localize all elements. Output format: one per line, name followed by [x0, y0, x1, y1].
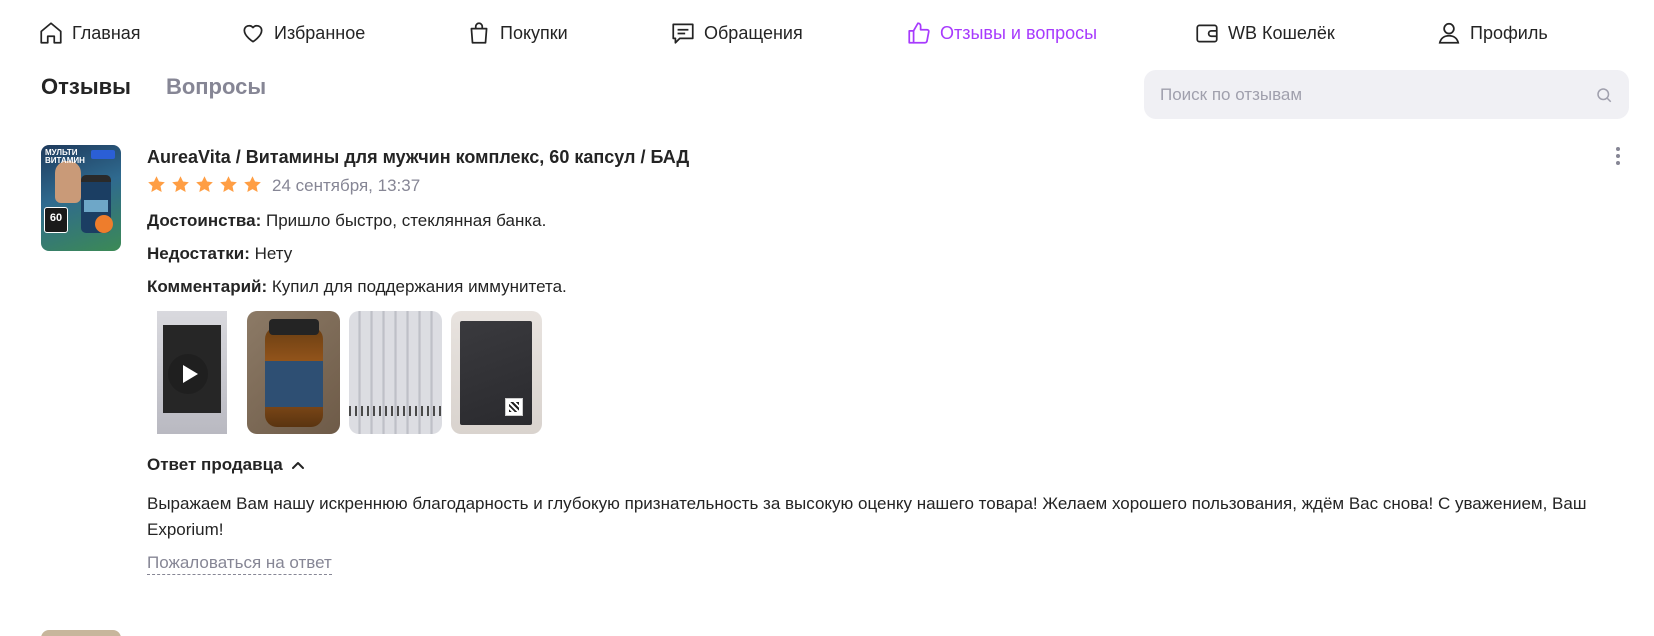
review-date: 24 сентября, 13:37 [272, 176, 421, 195]
review-cons: Недостатки: Нету [147, 244, 292, 264]
brand-badge [91, 150, 115, 159]
nav-favorites[interactable]: Избранное [240, 18, 365, 48]
thumbnail-title: МУЛЬТИ ВИТАМИН [45, 148, 85, 165]
complain-link[interactable]: Пожаловаться на ответ [147, 553, 332, 575]
star-icon [220, 176, 237, 193]
message-icon [672, 23, 694, 44]
capsule-count-badge: 60 [44, 207, 68, 233]
leaflet-image [349, 406, 442, 416]
bottle-label [265, 361, 323, 407]
cons-text: Нету [254, 244, 293, 263]
cons-label: Недостатки: [147, 244, 250, 263]
review-tabs: Отзывы Вопросы [41, 74, 266, 100]
nav-requests[interactable]: Обращения [670, 18, 803, 48]
star-rating [146, 174, 263, 195]
model-figure [55, 161, 81, 203]
tab-questions[interactable]: Вопросы [166, 74, 266, 100]
qr-code-image [505, 398, 523, 416]
star-icon [172, 176, 189, 193]
nav-purchases-label: Покупки [500, 22, 568, 43]
tab-reviews[interactable]: Отзывы [41, 74, 131, 100]
review-photo[interactable] [247, 311, 340, 434]
search-box [1144, 70, 1629, 119]
chevron-up-icon [291, 462, 304, 469]
nav-home[interactable]: Главная [38, 18, 141, 48]
comment-label: Комментарий: [147, 277, 268, 296]
top-navigation: Главная Избранное Покупки Обращения Отзы… [0, 0, 1654, 64]
review-video[interactable] [157, 311, 227, 434]
seller-reply-toggle[interactable]: Ответ продавца [147, 455, 305, 475]
product-title[interactable]: AureaVita / Витамины для мужчин комплекс… [147, 147, 689, 168]
nav-profile[interactable]: Профиль [1436, 18, 1548, 48]
pros-text: Пришло быстро, стеклянная банка. [266, 211, 547, 230]
play-icon[interactable] [168, 354, 208, 394]
nav-reviews[interactable]: Отзывы и вопросы [906, 18, 1097, 48]
shopping-bag-icon [470, 22, 488, 44]
seller-reply-text: Выражаем Вам нашу искреннюю благодарност… [147, 494, 1587, 539]
star-icon [244, 176, 261, 193]
wallet-icon [1196, 24, 1218, 43]
next-review-thumbnail[interactable] [41, 630, 121, 636]
comment-text: Купил для поддержания иммунитета. [271, 277, 567, 296]
thumbs-up-icon [908, 22, 930, 44]
nav-wallet-label: WB Кошелёк [1228, 22, 1335, 43]
nav-wallet[interactable]: WB Кошелёк [1194, 18, 1335, 48]
star-icon [148, 176, 165, 193]
more-options-icon[interactable] [1613, 145, 1623, 167]
nav-profile-label: Профиль [1470, 22, 1548, 43]
nav-requests-label: Обращения [704, 22, 803, 43]
search-icon[interactable] [1595, 86, 1613, 104]
review-pros: Достоинства: Пришло быстро, стеклянная б… [147, 211, 546, 231]
heart-icon [243, 24, 263, 43]
male-symbol-icon [95, 215, 113, 233]
search-input[interactable] [1160, 84, 1595, 105]
nav-home-label: Главная [72, 22, 141, 43]
bottle-cap [269, 319, 319, 335]
nav-favorites-label: Избранное [274, 22, 366, 43]
nav-purchases[interactable]: Покупки [466, 18, 568, 48]
pros-label: Достоинства: [147, 211, 262, 230]
home-icon [40, 22, 62, 44]
jar-label [84, 200, 108, 212]
star-icon [196, 176, 213, 193]
review-photo[interactable] [451, 311, 542, 434]
review-photo[interactable] [349, 311, 442, 434]
review-comment: Комментарий: Купил для поддержания иммун… [147, 277, 567, 297]
user-icon [1438, 22, 1460, 44]
nav-reviews-label: Отзывы и вопросы [940, 22, 1098, 43]
product-thumbnail[interactable]: МУЛЬТИ ВИТАМИН 60 [41, 145, 121, 251]
seller-reply-label: Ответ продавца [147, 455, 283, 474]
